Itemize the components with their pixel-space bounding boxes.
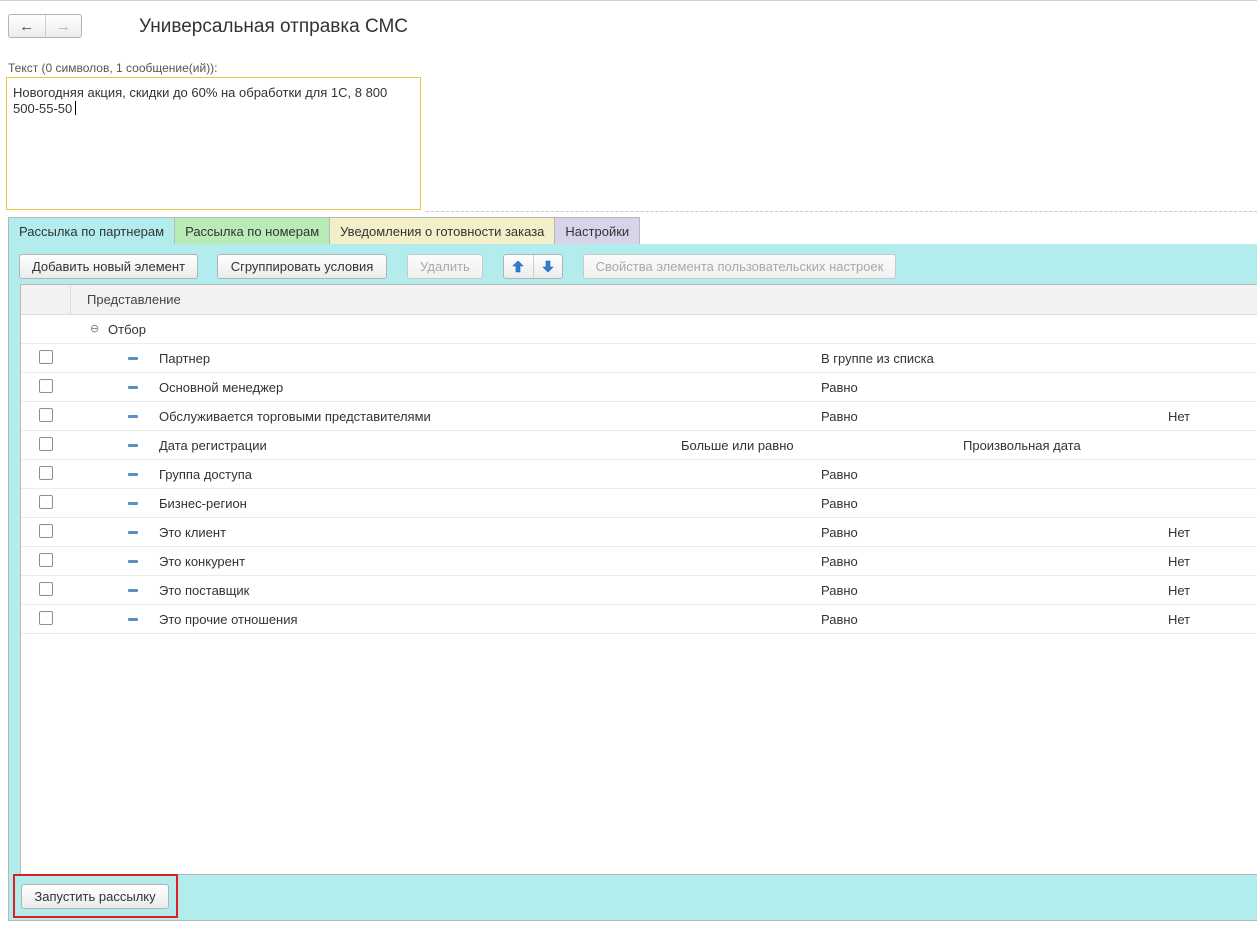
page-title: Универсальная отправка СМС bbox=[139, 16, 409, 37]
table-row[interactable]: Обслуживается торговыми представителями … bbox=[21, 402, 1257, 431]
header-check-column bbox=[21, 285, 71, 314]
item-dash-icon bbox=[128, 502, 138, 505]
item-dash-icon bbox=[128, 357, 138, 360]
table-row[interactable]: Партнер В группе из списка bbox=[21, 344, 1257, 373]
window-top-border bbox=[0, 0, 1257, 1]
group-conditions-button[interactable]: Сгруппировать условия bbox=[217, 254, 387, 279]
row-checkbox[interactable] bbox=[39, 466, 53, 480]
row-condition: Больше или равно bbox=[681, 438, 794, 453]
row-condition: Равно bbox=[821, 496, 858, 511]
item-dash-icon bbox=[128, 618, 138, 621]
tab-numbers-mailing[interactable]: Рассылка по номерам bbox=[175, 217, 331, 244]
table-row[interactable]: Основной менеджер Равно bbox=[21, 373, 1257, 402]
row-condition: Равно bbox=[821, 380, 858, 395]
item-dash-icon bbox=[128, 531, 138, 534]
row-extra-value: Нет bbox=[1168, 583, 1191, 598]
tab-partners-mailing[interactable]: Рассылка по партнерам bbox=[8, 217, 176, 245]
tab-settings[interactable]: Настройки bbox=[555, 217, 641, 244]
launch-mailing-button[interactable]: Запустить рассылку bbox=[21, 884, 169, 909]
back-button[interactable]: ← bbox=[9, 15, 45, 37]
table-header: Представление bbox=[21, 285, 1257, 315]
row-name: Это прочие отношения bbox=[159, 612, 298, 627]
tab-order-ready-notifications[interactable]: Уведомления о готовности заказа bbox=[330, 217, 556, 244]
item-dash-icon bbox=[128, 444, 138, 447]
item-dash-icon bbox=[128, 560, 138, 563]
row-name: Основной менеджер bbox=[159, 380, 284, 395]
row-extra-value: Нет bbox=[1168, 525, 1191, 540]
move-buttons bbox=[503, 254, 563, 279]
row-checkbox[interactable] bbox=[39, 408, 53, 422]
collapse-icon[interactable]: ⊖ bbox=[90, 322, 99, 335]
row-checkbox[interactable] bbox=[39, 350, 53, 364]
item-dash-icon bbox=[128, 589, 138, 592]
item-dash-icon bbox=[128, 386, 138, 389]
table-row[interactable]: Это прочие отношения Равно Нет bbox=[21, 605, 1257, 634]
navigation-buttons: ← → bbox=[8, 14, 82, 38]
row-name: Это конкурент bbox=[159, 554, 246, 569]
row-name: Обслуживается торговыми представителями bbox=[159, 409, 431, 424]
message-text-label: Текст (0 символов, 1 сообщение(ий)): bbox=[8, 61, 218, 75]
row-checkbox[interactable] bbox=[39, 379, 53, 393]
row-condition: Равно bbox=[821, 467, 858, 482]
item-dash-icon bbox=[128, 415, 138, 418]
row-name: Партнер bbox=[159, 351, 211, 366]
row-name: Группа доступа bbox=[159, 467, 252, 482]
tab-bar: Рассылка по партнерам Рассылка по номера… bbox=[8, 217, 641, 245]
row-name: Дата регистрации bbox=[159, 438, 267, 453]
row-condition: Равно bbox=[821, 583, 858, 598]
row-checkbox[interactable] bbox=[39, 495, 53, 509]
row-checkbox[interactable] bbox=[39, 611, 53, 625]
arrow-right-icon: → bbox=[55, 17, 71, 35]
table-row[interactable]: Бизнес-регион Равно bbox=[21, 489, 1257, 518]
filter-table: Представление ⊖ Отбор Партнер В группе и… bbox=[20, 284, 1257, 875]
table-row[interactable]: Группа доступа Равно bbox=[21, 460, 1257, 489]
row-condition: Равно bbox=[821, 409, 858, 424]
delete-button[interactable]: Удалить bbox=[407, 254, 483, 279]
table-row[interactable]: Это конкурент Равно Нет bbox=[21, 547, 1257, 576]
message-text-value: Новогодняя акция, скидки до 60% на обраб… bbox=[13, 85, 388, 116]
table-row[interactable]: Это поставщик Равно Нет bbox=[21, 576, 1257, 605]
row-condition: В группе из списка bbox=[821, 351, 934, 366]
table-row[interactable]: Дата регистрации Больше или равно Произв… bbox=[21, 431, 1257, 460]
row-value: Произвольная дата bbox=[963, 438, 1081, 453]
message-text-input[interactable]: Новогодняя акция, скидки до 60% на обраб… bbox=[6, 77, 421, 210]
item-dash-icon bbox=[128, 473, 138, 476]
column-header-representation[interactable]: Представление bbox=[71, 285, 181, 314]
element-properties-button[interactable]: Свойства элемента пользовательских настр… bbox=[583, 254, 896, 279]
row-name: Бизнес-регион bbox=[159, 496, 247, 511]
arrow-left-icon: ← bbox=[19, 17, 35, 35]
table-row[interactable]: Это клиент Равно Нет bbox=[21, 518, 1257, 547]
row-condition: Равно bbox=[821, 554, 858, 569]
row-name: Это поставщик bbox=[159, 583, 250, 598]
forward-button[interactable]: → bbox=[44, 15, 82, 37]
filter-group-row[interactable]: ⊖ Отбор bbox=[21, 315, 1257, 344]
row-extra-value: Нет bbox=[1168, 612, 1191, 627]
add-element-button[interactable]: Добавить новый элемент bbox=[19, 254, 198, 279]
row-extra-value: Нет bbox=[1168, 554, 1191, 569]
move-down-button[interactable] bbox=[532, 255, 563, 278]
tab-panel-partners: Добавить новый элемент Сгруппировать усл… bbox=[8, 244, 1257, 921]
row-condition: Равно bbox=[821, 612, 858, 627]
move-up-button[interactable] bbox=[504, 255, 533, 278]
row-checkbox[interactable] bbox=[39, 553, 53, 567]
row-checkbox[interactable] bbox=[39, 582, 53, 596]
row-checkbox[interactable] bbox=[39, 437, 53, 451]
row-condition: Равно bbox=[821, 525, 858, 540]
row-checkbox[interactable] bbox=[39, 524, 53, 538]
filter-group-label: Отбор bbox=[108, 322, 146, 337]
arrow-down-icon bbox=[542, 260, 554, 273]
row-extra-value: Нет bbox=[1168, 409, 1191, 424]
text-caret bbox=[75, 101, 77, 115]
splitter-line bbox=[426, 211, 1257, 212]
arrow-up-icon bbox=[512, 260, 524, 273]
row-name: Это клиент bbox=[159, 525, 227, 540]
